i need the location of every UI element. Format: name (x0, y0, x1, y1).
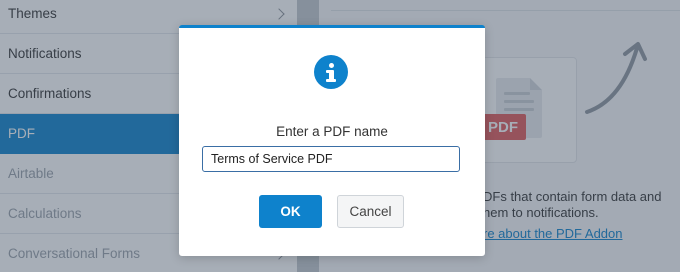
pdf-name-input[interactable] (202, 146, 460, 172)
cancel-button[interactable]: Cancel (337, 195, 404, 228)
info-icon (314, 55, 348, 89)
ok-button[interactable]: OK (259, 195, 322, 228)
dialog-prompt: Enter a PDF name (276, 124, 388, 139)
pdf-name-dialog: Enter a PDF name OK Cancel (179, 25, 485, 256)
